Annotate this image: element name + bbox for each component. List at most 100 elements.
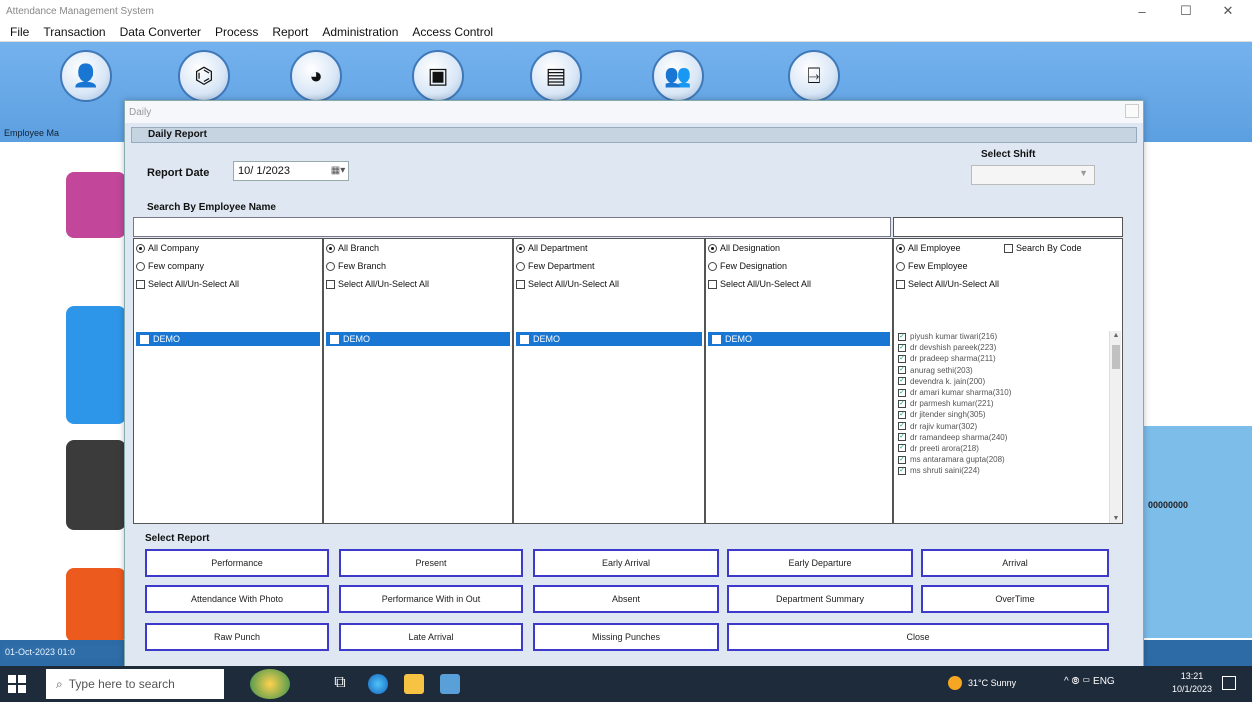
checkbox-checked-icon[interactable]: ✓ [898,422,906,431]
branch-list-item[interactable]: DEMO [326,332,510,346]
all-company-option[interactable]: All Company [136,243,199,253]
close-dialog-button[interactable]: Close [727,623,1109,651]
raw-punch-button[interactable]: Raw Punch [145,623,329,651]
side-tile-dark[interactable] [66,440,126,530]
all-branch-option[interactable]: All Branch [326,243,379,253]
employee-search-input[interactable] [133,217,891,237]
few-company-option[interactable]: Few company [136,261,204,271]
list-item[interactable]: ✓ dr rajiv kumar(302) [898,421,1110,432]
checkbox-checked-icon[interactable]: ✓ [898,433,906,442]
menu-data-converter[interactable]: Data Converter [114,25,209,39]
performance-button[interactable]: Performance [145,549,329,577]
id-card-icon[interactable]: ▣ [412,50,464,102]
list-item[interactable]: ✓ piyush kumar tiwari(216) [898,331,1110,342]
list-item[interactable]: ✓ anurag sethi(203) [898,365,1110,376]
few-branch-option[interactable]: Few Branch [326,261,386,271]
few-employee-option[interactable]: Few Employee [896,261,968,271]
employee-list-scrollbar[interactable]: ▲ ▼ [1109,331,1121,523]
checkbox-icon[interactable] [140,334,149,344]
checkbox-checked-icon[interactable]: ✓ [898,388,906,397]
absent-button[interactable]: Absent [533,585,719,613]
attendance-with-photo-button[interactable]: Attendance With Photo [145,585,329,613]
menu-access-control[interactable]: Access Control [406,25,501,39]
all-designation-option[interactable]: All Designation [708,243,780,253]
system-tray-icons[interactable]: ^ ⦾ ▭ ENG [1064,676,1115,687]
scroll-down-icon[interactable]: ▼ [1111,515,1121,522]
checkbox-checked-icon[interactable]: ✓ [898,332,906,341]
overtime-button[interactable]: OverTime [921,585,1109,613]
task-view-icon[interactable]: ⧉ [330,674,350,694]
report-date-picker[interactable]: 10/ 1/2023 ▦▾ [233,161,349,181]
employee-select-all-checkbox[interactable]: Select All/Un-Select All [896,279,999,289]
company-select-all-checkbox[interactable]: Select All/Un-Select All [136,279,239,289]
all-department-option[interactable]: All Department [516,243,588,253]
checkbox-icon[interactable] [330,334,339,344]
checkbox-icon[interactable] [712,334,721,344]
list-item[interactable]: ✓ devendra k. jain(200) [898,376,1110,387]
side-tile-orange[interactable] [66,568,126,642]
checkbox-checked-icon[interactable]: ✓ [898,399,906,408]
checkbox-checked-icon[interactable]: ✓ [898,455,906,464]
chart-icon[interactable]: ◕ [290,50,342,102]
close-button[interactable]: ✕ [1208,0,1248,22]
list-item[interactable]: ✓ dr ramandeep sharma(240) [898,432,1110,443]
early-departure-button[interactable]: Early Departure [727,549,913,577]
few-department-option[interactable]: Few Department [516,261,595,271]
taskbar-clock[interactable]: 13:21 10/1/2023 [1172,670,1212,696]
list-item[interactable]: ✓ dr devshish pareek(223) [898,342,1110,353]
maximize-button[interactable]: ☐ [1166,0,1206,22]
tray-weather[interactable]: 31°C Sunny [948,676,1016,690]
list-item[interactable]: ✓ dr pradeep sharma(211) [898,353,1110,364]
list-item[interactable]: ✓ dr amari kumar sharma(310) [898,387,1110,398]
taskbar-search-input[interactable]: ⌕ Type here to search [46,669,224,699]
performance-with-in-out-button[interactable]: Performance With in Out [339,585,523,613]
all-employee-option[interactable]: All Employee [896,243,961,253]
windows-start-icon[interactable] [8,675,26,693]
shift-icon[interactable]: ⌬ [178,50,230,102]
edge-browser-icon[interactable] [368,674,388,694]
menu-process[interactable]: Process [209,25,266,39]
calendar-dropdown-icon[interactable]: ▦▾ [330,163,346,179]
designation-select-all-checkbox[interactable]: Select All/Un-Select All [708,279,811,289]
menu-transaction[interactable]: Transaction [37,25,113,39]
scroll-up-icon[interactable]: ▲ [1111,332,1121,339]
late-arrival-button[interactable]: Late Arrival [339,623,523,651]
list-item[interactable]: ✓ dr jitender singh(305) [898,409,1110,420]
branch-select-all-checkbox[interactable]: Select All/Un-Select All [326,279,429,289]
weather-widget-icon[interactable] [250,669,290,699]
list-item[interactable]: ✓ dr preeti arora(218) [898,443,1110,454]
menu-administration[interactable]: Administration [316,25,406,39]
checkbox-checked-icon[interactable]: ✓ [898,444,906,453]
users-icon[interactable]: 👥 [652,50,704,102]
checkbox-checked-icon[interactable]: ✓ [898,354,906,363]
department-list-item[interactable]: DEMO [516,332,702,346]
notification-icon[interactable] [1222,676,1236,690]
side-tile-pink[interactable] [66,172,126,238]
report-doc-icon[interactable]: ▤ [530,50,582,102]
checkbox-checked-icon[interactable]: ✓ [898,343,906,352]
list-item[interactable]: ✓ ms shruti saini(224) [898,465,1110,476]
list-item[interactable]: ✓ ms antaramara gupta(208) [898,454,1110,465]
checkbox-checked-icon[interactable]: ✓ [898,466,906,475]
side-tile-blue[interactable] [66,306,126,424]
checkbox-checked-icon[interactable]: ✓ [898,377,906,386]
early-arrival-button[interactable]: Early Arrival [533,549,719,577]
employee-list[interactable]: ✓ piyush kumar tiwari(216) ✓ dr devshish p… [898,331,1110,523]
checkbox-icon[interactable] [520,334,529,344]
missing-punches-button[interactable]: Missing Punches [533,623,719,651]
employee-icon[interactable]: 👤 [60,50,112,102]
designation-list-item[interactable]: DEMO [708,332,890,346]
department-select-all-checkbox[interactable]: Select All/Un-Select All [516,279,619,289]
shift-select[interactable]: ▼ [971,165,1095,185]
menu-report[interactable]: Report [266,25,316,39]
company-list-item[interactable]: DEMO [136,332,320,346]
minimize-button[interactable]: – [1122,0,1162,22]
few-designation-option[interactable]: Few Designation [708,261,787,271]
present-button[interactable]: Present [339,549,523,577]
arrival-button[interactable]: Arrival [921,549,1109,577]
file-explorer-icon[interactable] [404,674,424,694]
checkbox-checked-icon[interactable]: ✓ [898,410,906,419]
dialog-close-button[interactable] [1125,104,1139,118]
list-item[interactable]: ✓ dr parmesh kumar(221) [898,398,1110,409]
search-by-code-checkbox[interactable]: Search By Code [1004,243,1082,253]
